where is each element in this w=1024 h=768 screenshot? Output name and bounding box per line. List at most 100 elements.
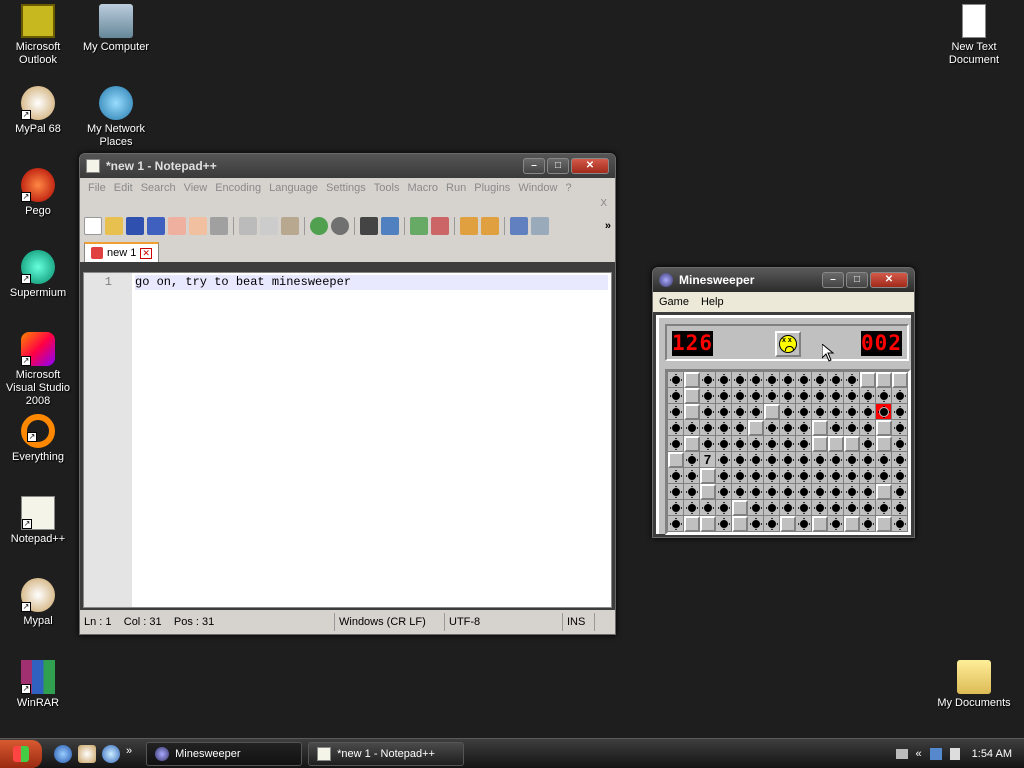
mine-cell[interactable] xyxy=(716,484,732,500)
menu-file[interactable]: File xyxy=(84,182,110,194)
maximize-button[interactable]: □ xyxy=(846,272,868,288)
mine-cell[interactable] xyxy=(844,468,860,484)
mine-cell[interactable] xyxy=(844,388,860,404)
mine-cell[interactable] xyxy=(716,388,732,404)
mine-cell[interactable] xyxy=(812,388,828,404)
mine-cell[interactable] xyxy=(716,404,732,420)
mine-cell[interactable] xyxy=(780,388,796,404)
unrevealed-cell[interactable] xyxy=(732,500,748,516)
find-icon[interactable] xyxy=(360,217,378,235)
close-all-icon[interactable] xyxy=(189,217,207,235)
ie-quicklaunch-icon[interactable] xyxy=(102,744,120,763)
save-icon[interactable] xyxy=(126,217,144,235)
mine-cell[interactable] xyxy=(764,372,780,388)
mine-cell[interactable] xyxy=(812,372,828,388)
open-file-icon[interactable] xyxy=(105,217,123,235)
mine-cell[interactable] xyxy=(860,500,876,516)
mine-cell[interactable] xyxy=(700,404,716,420)
paste-icon[interactable] xyxy=(281,217,299,235)
desktop-icon-mypal68[interactable]: ↗ MyPal 68 xyxy=(0,86,76,136)
desktop-icon-pego[interactable]: ↗ Pego xyxy=(0,168,76,218)
mine-cell[interactable] xyxy=(860,436,876,452)
mine-cell[interactable] xyxy=(780,404,796,420)
mine-cell[interactable] xyxy=(668,388,684,404)
mine-cell[interactable] xyxy=(796,372,812,388)
mine-cell[interactable] xyxy=(764,420,780,436)
mine-cell[interactable] xyxy=(796,436,812,452)
print-icon[interactable] xyxy=(210,217,228,235)
mine-cell[interactable] xyxy=(716,452,732,468)
unrevealed-cell[interactable] xyxy=(780,516,796,532)
exploded-mine-cell[interactable] xyxy=(876,404,892,420)
mine-cell[interactable] xyxy=(892,436,908,452)
mine-cell[interactable] xyxy=(828,468,844,484)
mine-cell[interactable] xyxy=(764,484,780,500)
sync-vertical-icon[interactable] xyxy=(460,217,478,235)
mine-cell[interactable] xyxy=(700,420,716,436)
number-cell[interactable]: 7 xyxy=(700,452,716,468)
mine-cell[interactable] xyxy=(812,468,828,484)
mine-cell[interactable] xyxy=(732,420,748,436)
mine-cell[interactable] xyxy=(892,484,908,500)
network-tray-icon[interactable] xyxy=(929,747,942,760)
mine-cell[interactable] xyxy=(748,452,764,468)
unrevealed-cell[interactable] xyxy=(876,436,892,452)
mine-cell[interactable] xyxy=(748,500,764,516)
unrevealed-cell[interactable] xyxy=(876,372,892,388)
mine-cell[interactable] xyxy=(844,452,860,468)
mine-cell[interactable] xyxy=(860,404,876,420)
mine-cell[interactable] xyxy=(732,404,748,420)
desktop-icon-everything[interactable]: ↗ Everything xyxy=(0,414,76,464)
mine-cell[interactable] xyxy=(764,516,780,532)
mine-cell[interactable] xyxy=(684,500,700,516)
mine-cell[interactable] xyxy=(700,500,716,516)
mine-cell[interactable] xyxy=(716,500,732,516)
desktop-icon-my-documents[interactable]: My Documents xyxy=(936,660,1012,710)
mine-cell[interactable] xyxy=(668,372,684,388)
unrevealed-cell[interactable] xyxy=(764,404,780,420)
mine-cell[interactable] xyxy=(844,420,860,436)
menu-window[interactable]: Window xyxy=(514,182,561,194)
mine-cell[interactable] xyxy=(892,516,908,532)
unrevealed-cell[interactable] xyxy=(828,436,844,452)
mine-cell[interactable] xyxy=(828,372,844,388)
mine-cell[interactable] xyxy=(860,516,876,532)
minimize-button[interactable]: – xyxy=(523,158,545,174)
unrevealed-cell[interactable] xyxy=(876,420,892,436)
mine-cell[interactable] xyxy=(716,372,732,388)
desktop-icon-supermium[interactable]: ↗ Supermium xyxy=(0,250,76,300)
minesweeper-titlebar[interactable]: Minesweeper – □ ✕ xyxy=(653,268,914,292)
mine-cell[interactable] xyxy=(860,388,876,404)
mine-cell[interactable] xyxy=(828,404,844,420)
desktop-icon-outlook[interactable]: Microsoft Outlook xyxy=(0,4,76,67)
mine-cell[interactable] xyxy=(860,468,876,484)
mine-cell[interactable] xyxy=(764,468,780,484)
close-button[interactable]: ✕ xyxy=(870,272,908,288)
close-button[interactable]: ✕ xyxy=(571,158,609,174)
mypal-quicklaunch-icon[interactable] xyxy=(78,744,96,763)
volume-icon[interactable] xyxy=(949,747,960,760)
zoom-out-icon[interactable] xyxy=(431,217,449,235)
mine-cell[interactable] xyxy=(700,388,716,404)
reset-face-button[interactable] xyxy=(775,331,801,357)
mine-cell[interactable] xyxy=(684,452,700,468)
mine-cell[interactable] xyxy=(764,388,780,404)
mine-cell[interactable] xyxy=(844,372,860,388)
mine-cell[interactable] xyxy=(732,436,748,452)
unrevealed-cell[interactable] xyxy=(684,372,700,388)
menu-game[interactable]: Game xyxy=(659,296,689,308)
desktop-icon-mypal[interactable]: ↗ Mypal xyxy=(0,578,76,628)
mine-cell[interactable] xyxy=(876,500,892,516)
mine-cell[interactable] xyxy=(828,516,844,532)
unrevealed-cell[interactable] xyxy=(812,516,828,532)
mine-cell[interactable] xyxy=(892,468,908,484)
mine-cell[interactable] xyxy=(780,500,796,516)
unrevealed-cell[interactable] xyxy=(668,452,684,468)
unrevealed-cell[interactable] xyxy=(812,420,828,436)
minesweeper-window[interactable]: Minesweeper – □ ✕ Game Help 126 002 7 xyxy=(652,267,915,538)
mine-cell[interactable] xyxy=(748,436,764,452)
mine-cell[interactable] xyxy=(716,420,732,436)
close-file-icon[interactable] xyxy=(168,217,186,235)
mine-cell[interactable] xyxy=(748,372,764,388)
tray-expand-icon[interactable]: « xyxy=(916,748,922,760)
